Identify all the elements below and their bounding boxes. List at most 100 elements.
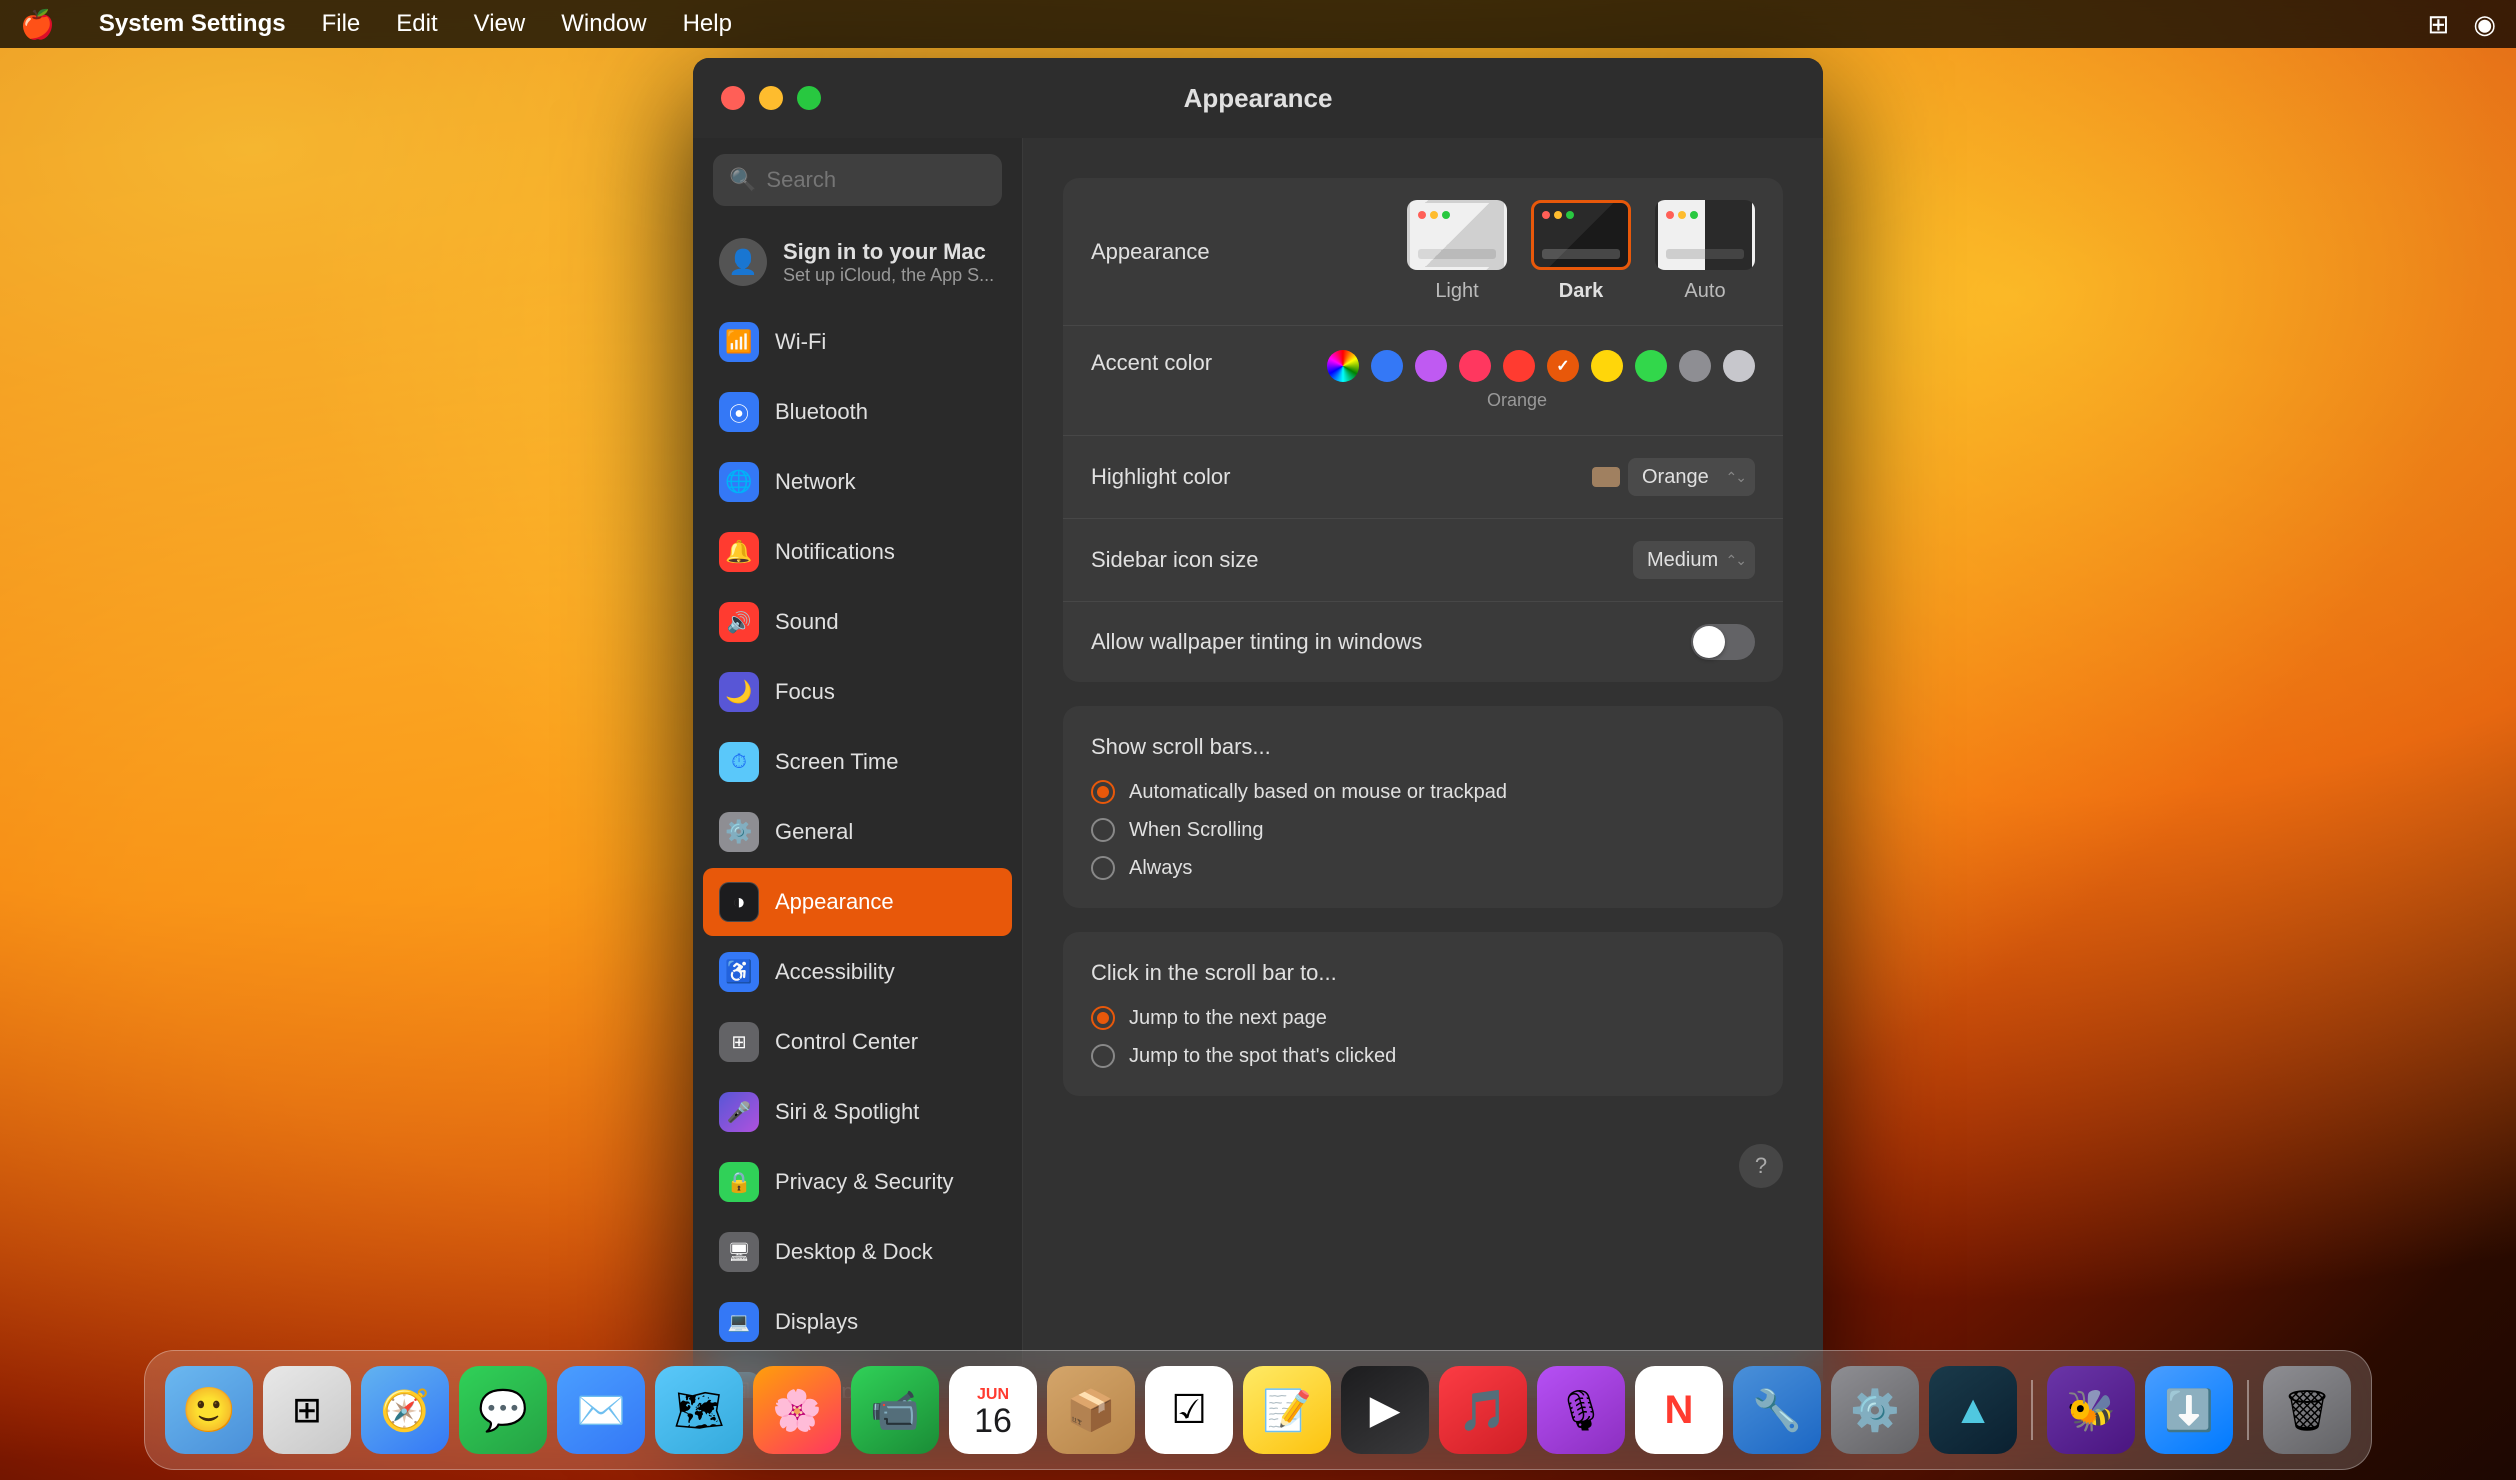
click-spot-item[interactable]: Jump to the spot that's clicked (1091, 1044, 1755, 1068)
dock-item-safari[interactable]: 🧭 (361, 1366, 449, 1454)
sidebar: 🔍 👤 Sign in to your Mac Set up iCloud, t… (693, 138, 1023, 1398)
sidebar-label-displays: Displays (775, 1309, 858, 1335)
accent-multicolor[interactable] (1327, 350, 1359, 382)
accent-orange[interactable] (1547, 350, 1579, 382)
menubar-view[interactable]: View (474, 10, 526, 38)
scrollbars-auto-label: Automatically based on mouse or trackpad (1129, 781, 1507, 804)
click-nextpage-radio[interactable] (1091, 1006, 1115, 1030)
accent-color-row-dots (1327, 350, 1755, 382)
sidebar-item-privacy[interactable]: 🔒 Privacy & Security (703, 1148, 1012, 1216)
dock-item-facetime[interactable]: 📹 (851, 1366, 939, 1454)
sidebar-search-area: 🔍 (693, 138, 1022, 222)
appearance-option-auto[interactable]: Auto (1655, 200, 1755, 303)
sidebar-label-privacy: Privacy & Security (775, 1169, 954, 1195)
appearance-option-light[interactable]: Light (1407, 200, 1507, 303)
dock-item-maps[interactable]: 🗺 (655, 1366, 743, 1454)
dock-item-instruments[interactable]: 🔧 (1733, 1366, 1821, 1454)
menubar-window[interactable]: Window (561, 10, 646, 38)
accent-purple[interactable] (1415, 350, 1447, 382)
sidebar-item-account[interactable]: 👤 Sign in to your Mac Set up iCloud, the… (703, 224, 1012, 300)
dock-item-reminders[interactable]: ☑ (1145, 1366, 1233, 1454)
menubar-help[interactable]: Help (683, 10, 732, 38)
accent-yellow[interactable] (1591, 350, 1623, 382)
highlight-color-select[interactable]: Orange Blue Purple Pink Red Yellow Green… (1628, 458, 1755, 496)
accessibility-icon: ♿ (719, 952, 759, 992)
click-spot-radio[interactable] (1091, 1044, 1115, 1068)
menubar-app-name[interactable]: System Settings (99, 10, 286, 38)
sidebar-item-controlcenter[interactable]: ⊞ Control Center (703, 1008, 1012, 1076)
scrollbars-scrolling-radio[interactable] (1091, 818, 1115, 842)
sidebar-item-screentime[interactable]: ⏱ Screen Time (703, 728, 1012, 796)
minimize-button[interactable] (759, 86, 783, 110)
help-button[interactable]: ? (1739, 1144, 1783, 1188)
sidebar-item-displays[interactable]: 💻 Displays (703, 1288, 1012, 1356)
appearance-thumb-light (1407, 200, 1507, 270)
search-input[interactable] (766, 167, 986, 193)
sidebar-item-wifi[interactable]: 📶 Wi-Fi (703, 308, 1012, 376)
scrollbars-always-item[interactable]: Always (1091, 856, 1755, 880)
dock-item-downloader[interactable]: ⬇️ (2145, 1366, 2233, 1454)
menubar-edit[interactable]: Edit (396, 10, 437, 38)
scrollbars-always-radio[interactable] (1091, 856, 1115, 880)
main-content: Appearance (1023, 138, 1823, 1398)
menubar-file[interactable]: File (322, 10, 361, 38)
dock-item-music[interactable]: 🎵 (1439, 1366, 1527, 1454)
dock-item-settings[interactable]: ⚙️ (1831, 1366, 1919, 1454)
dock-item-mail[interactable]: ✉️ (557, 1366, 645, 1454)
sidebar-item-siri[interactable]: 🎤 Siri & Spotlight (703, 1078, 1012, 1146)
accent-red[interactable] (1503, 350, 1535, 382)
dock-item-appletv[interactable]: ▶ (1341, 1366, 1429, 1454)
sidebar-item-focus[interactable]: 🌙 Focus (703, 658, 1012, 726)
dock-item-launchpad[interactable]: ⊞ (263, 1366, 351, 1454)
sidebar-item-general[interactable]: ⚙️ General (703, 798, 1012, 866)
appearance-options: Light Dar (1407, 200, 1755, 303)
dock-item-calendar[interactable]: JUN 16 (949, 1366, 1037, 1454)
close-button[interactable] (721, 86, 745, 110)
dock-item-keka[interactable]: 📦 (1047, 1366, 1135, 1454)
dock-item-beekeeper[interactable]: 🐝 (2047, 1366, 2135, 1454)
apple-menu-icon[interactable]: 🍎 (20, 8, 55, 41)
maximize-button[interactable] (797, 86, 821, 110)
sidebar-item-sound[interactable]: 🔊 Sound (703, 588, 1012, 656)
sidebar-item-bluetooth[interactable]: ⦿ Bluetooth (703, 378, 1012, 446)
dock-item-finder[interactable]: 🙂 (165, 1366, 253, 1454)
dock-item-trash[interactable]: 🗑 (2263, 1366, 2351, 1454)
account-name: Sign in to your Mac (783, 239, 994, 265)
dock-item-photos[interactable]: 🌸 (753, 1366, 841, 1454)
sidebar-label-network: Network (775, 469, 856, 495)
sidebar-icon-size-select[interactable]: Small Medium Large (1633, 541, 1755, 579)
accent-blue[interactable] (1371, 350, 1403, 382)
system-settings-window: Appearance 🔍 👤 Sign in to your Mac Set u… (693, 58, 1823, 1398)
accent-silver[interactable] (1723, 350, 1755, 382)
dock-item-notes[interactable]: 📝 (1243, 1366, 1331, 1454)
wallpaper-tinting-toggle[interactable] (1691, 624, 1755, 660)
thumb-dot-yellow-auto (1678, 211, 1686, 219)
appearance-option-light-label: Light (1435, 280, 1478, 303)
dock-item-altair[interactable]: ▲ (1929, 1366, 2017, 1454)
menubar-control-center-icon[interactable]: ⊞ (2428, 9, 2450, 40)
dock-item-messages[interactable]: 💬 (459, 1366, 547, 1454)
wifi-icon: 📶 (719, 322, 759, 362)
accent-color-label: Accent color (1091, 350, 1327, 376)
thumb-dots-light (1418, 211, 1450, 219)
sidebar-item-notifications[interactable]: 🔔 Notifications (703, 518, 1012, 586)
reminders-icon: ☑ (1171, 1387, 1207, 1433)
accent-pink[interactable] (1459, 350, 1491, 382)
dock-item-podcasts[interactable]: 🎙 (1537, 1366, 1625, 1454)
sidebar-item-desktop[interactable]: 🖥 Desktop & Dock (703, 1218, 1012, 1286)
scrollbars-scrolling-item[interactable]: When Scrolling (1091, 818, 1755, 842)
sidebar-item-appearance[interactable]: ◑ Appearance (703, 868, 1012, 936)
menubar-siri-icon[interactable]: ◉ (2473, 9, 2496, 40)
accent-graphite[interactable] (1679, 350, 1711, 382)
scrollbars-auto-radio[interactable] (1091, 780, 1115, 804)
scrollbars-scrolling-label: When Scrolling (1129, 819, 1264, 842)
sidebar-item-accessibility[interactable]: ♿ Accessibility (703, 938, 1012, 1006)
appearance-option-dark[interactable]: Dark (1531, 200, 1631, 303)
dock-item-news[interactable]: N (1635, 1366, 1723, 1454)
scrollbars-auto-item[interactable]: Automatically based on mouse or trackpad (1091, 780, 1755, 804)
click-nextpage-item[interactable]: Jump to the next page (1091, 1006, 1755, 1030)
sidebar-item-network[interactable]: 🌐 Network (703, 448, 1012, 516)
accent-green[interactable] (1635, 350, 1667, 382)
dock: 🙂 ⊞ 🧭 💬 ✉️ 🗺 🌸 📹 JUN 16 📦 ☑ 📝 ▶ 🎵 🎙 (144, 1350, 2372, 1470)
search-box[interactable]: 🔍 (713, 154, 1002, 206)
